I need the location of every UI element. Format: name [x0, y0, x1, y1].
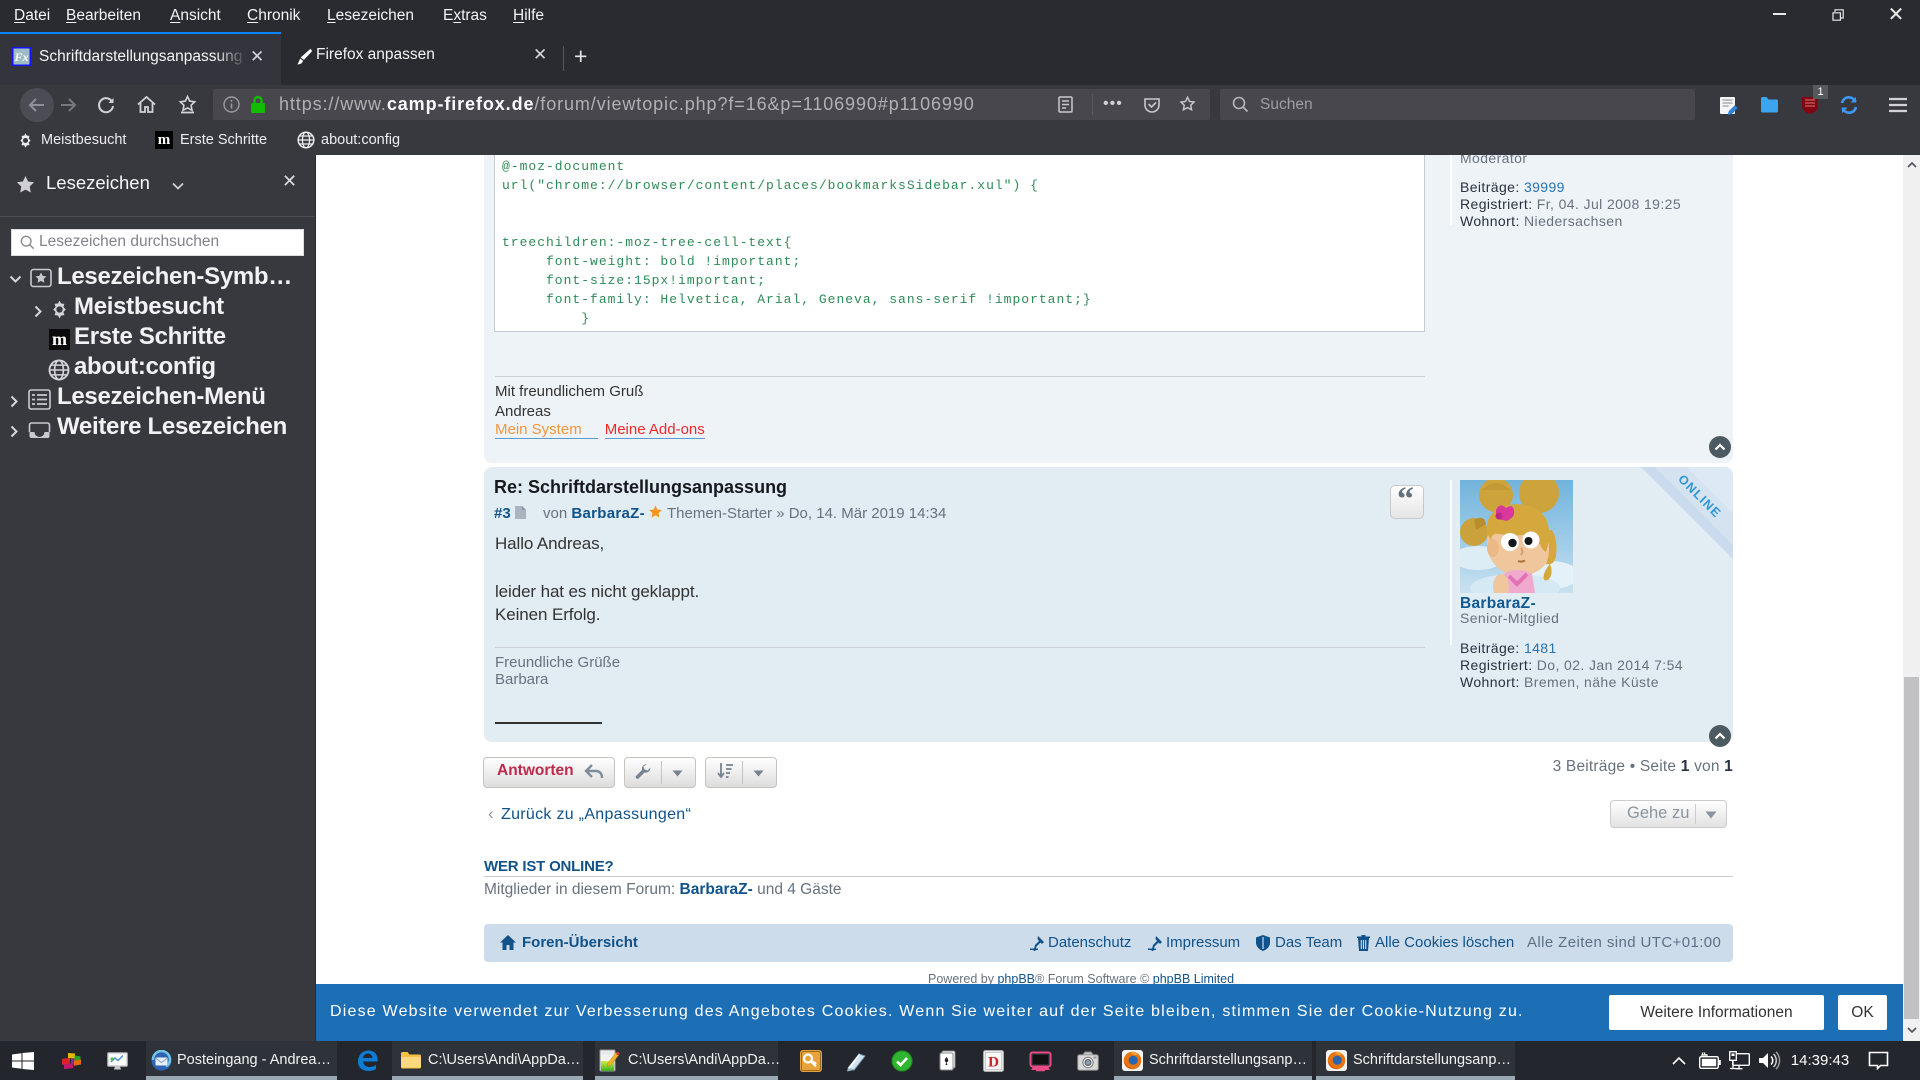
- svg-text:D: D: [988, 1055, 999, 1071]
- svg-text:Fx: Fx: [13, 50, 28, 64]
